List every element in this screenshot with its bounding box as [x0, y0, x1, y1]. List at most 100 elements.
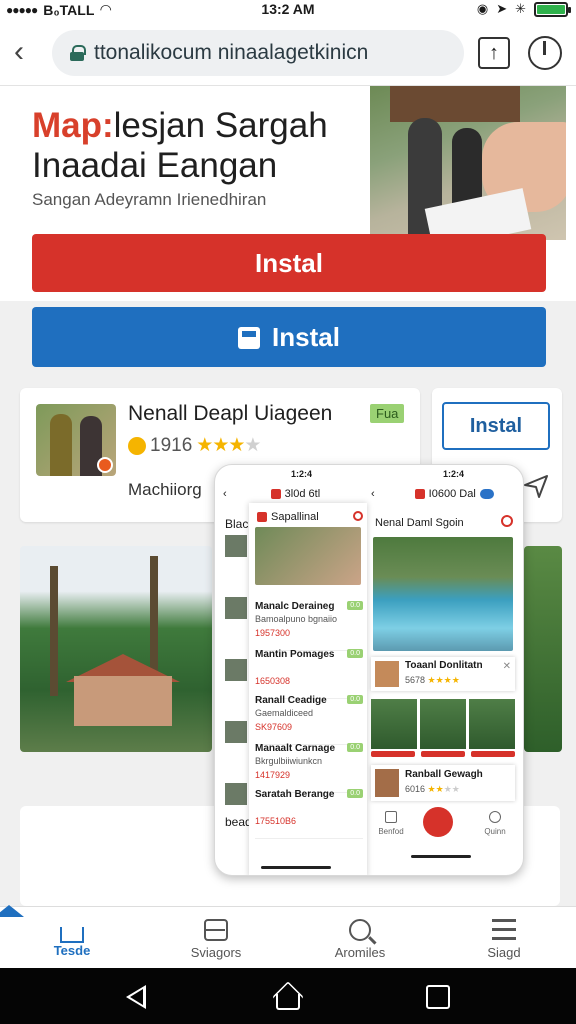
thumb-person	[50, 414, 72, 476]
list-item-number: 1957300	[255, 628, 291, 638]
phone-mockup[interactable]: 1:2:4 1:2:4 ‹ 3l0d 6tl ‹ I0600 Dal Blac …	[214, 464, 524, 876]
app-name: Nenall Deapl Uiageen	[128, 402, 333, 425]
mock-status-bar: 1:2:4 1:2:4	[215, 469, 523, 481]
mock-fab-icon	[423, 807, 453, 837]
coin-icon	[128, 436, 146, 455]
install-button-outline[interactable]: Instal	[442, 402, 550, 450]
mock-red-chip	[270, 489, 281, 499]
mock-tab-label: Benfod	[378, 827, 404, 836]
mock-bar-right: ‹ I0600 Dal	[371, 485, 517, 503]
list-item-tag: 0.0	[347, 695, 363, 704]
nav-item-menu[interactable]: Siagd	[432, 907, 576, 968]
list-item-name: Ranall Ceadige	[255, 695, 327, 706]
gallery-photo-jungle[interactable]	[20, 546, 212, 752]
battery-icon	[534, 1, 571, 17]
nav-item-home[interactable]: Tesde	[0, 907, 144, 968]
mock-detail-card: Toaanl Donlitatn 5678 ★★★★ ✕	[371, 657, 515, 691]
list-item-name: Manalc Deraineg	[255, 601, 335, 612]
list-item: Ranall Ceadige Gaemaldiceed SK97609 0.0	[255, 693, 363, 745]
mock-card-rating-value: 6016	[405, 784, 426, 794]
mock-time-left: 1:2:4	[291, 469, 313, 479]
mock-tab: Benfod	[371, 807, 411, 836]
rating-count: 1916	[150, 434, 193, 456]
list-item-number: 1650308	[255, 676, 291, 686]
back-arrow-icon[interactable]: ‹	[14, 34, 44, 70]
mock-list-photo	[255, 527, 361, 585]
mock-pin-icon	[353, 511, 363, 521]
system-navigation-bar	[0, 968, 576, 1024]
mock-detail-screen: Nenal Daml Sgoin Toaanl Donlitatn 5678 ★…	[371, 507, 517, 875]
list-item: Saratah Berange 175510B6 0.0	[255, 787, 363, 839]
mock-blue-chip	[479, 489, 494, 499]
mock-bg-label-top: Blac	[225, 517, 249, 531]
nav-label: Aromiles	[334, 945, 386, 960]
mock-tab: Quinn	[475, 807, 515, 836]
mock-avatar	[375, 769, 399, 797]
send-icon[interactable]	[522, 472, 550, 500]
mock-pool-photo	[373, 537, 513, 651]
status-right: ◉ ➤ ✳	[476, 1, 571, 17]
location-icon: ➤	[496, 1, 508, 16]
list-item-name: Manaalt Carnage	[255, 743, 336, 754]
list-item-name: Saratah Berange	[255, 789, 335, 800]
lock-icon	[70, 45, 86, 61]
list-item-subtitle: Bkrgulbiiwiunkcn	[255, 756, 323, 766]
bottom-navigation: Tesde Sviagors Aromiles Siagd	[0, 906, 576, 968]
list-item-tag: 0.0	[347, 743, 363, 752]
system-back-icon[interactable]	[126, 985, 146, 1009]
system-recents-icon[interactable]	[426, 985, 450, 1009]
alarm-icon: ◉	[476, 1, 489, 16]
mock-list-screen: Sapallinal Manalc Deraineg Bamoalpuno bgn…	[249, 503, 367, 875]
install-button-blue[interactable]: Instal	[32, 307, 546, 367]
mock-home-indicator	[261, 866, 331, 869]
save-disk-icon	[238, 327, 261, 349]
list-item-number: SK97609	[255, 722, 293, 732]
list-item-tag: 0.0	[347, 601, 363, 610]
mock-back-icon: ‹	[223, 488, 227, 500]
address-bar[interactable]: ttonalikocum ninaalagetkinicn	[52, 30, 464, 76]
hero-title: Map:lesjan Sargah Inaadai Eangan	[32, 106, 372, 186]
list-item: Mantin Pomages 1650308 0.0	[255, 647, 363, 699]
nav-label: Siagd	[487, 945, 521, 960]
palm-trunk	[50, 566, 58, 696]
house	[74, 676, 172, 726]
list-item: Manaalt Carnage Bkrgulbiiwiunkcn 1417929 0.…	[255, 741, 363, 793]
nav-item-box[interactable]: Sviagors	[144, 907, 288, 968]
list-item: Manalc Deraineg Bamoalpuno bgnaiio 1957300…	[255, 599, 363, 651]
hero-title-line1: lesjan Sargah	[113, 106, 328, 145]
mock-detail-card: Ranball Gewagh 6016 ★★★★	[371, 765, 515, 801]
hero-title-accent: Map:	[32, 106, 114, 145]
mock-time-right: 1:2:4	[443, 469, 465, 479]
gallery-photo-right[interactable]	[524, 546, 562, 752]
mock-detail-header: Nenal Daml Sgoin	[375, 517, 464, 529]
home-icon-wrap	[0, 917, 144, 943]
install-button-blue-label: Instal	[272, 322, 340, 352]
mock-tab	[423, 807, 463, 837]
hero-photo	[370, 86, 566, 240]
mock-bar-right-title: I0600 Dal	[428, 488, 476, 500]
app-thumbnail	[36, 404, 116, 476]
mock-card-name: Toaanl Donlitatn	[405, 660, 483, 671]
mock-red-chip	[414, 489, 425, 499]
mock-search-icon	[489, 811, 501, 823]
app-developer: Machiiorg	[128, 480, 202, 499]
nav-item-search[interactable]: Aromiles	[288, 907, 432, 968]
mock-avatar	[375, 661, 399, 687]
app-rating: 1916 ★★★★	[128, 434, 261, 457]
power-icon[interactable]	[528, 36, 562, 70]
mock-list-header-text: Sapallinal	[271, 511, 319, 523]
hero-subtitle: Sangan Adeyramn Irienedhiran	[32, 190, 267, 209]
url-text: ttonalikocum ninaalagetkinicn	[94, 41, 369, 64]
mock-close-icon: ✕	[502, 661, 511, 672]
mock-bar-left-title: 3l0d 6tl	[284, 488, 321, 500]
mock-card-rating: 6016 ★★★★	[405, 784, 460, 794]
nav-label: Tesde	[53, 943, 91, 958]
mock-back-icon: ‹	[371, 488, 375, 500]
mock-tab-label: Quinn	[484, 827, 506, 836]
share-icon[interactable]: ↑	[478, 37, 510, 69]
hero-title-line2: Inaadai Eangan	[32, 146, 278, 185]
list-item-subtitle: Bamoalpuno bgnaiio	[255, 614, 338, 624]
install-button-red[interactable]: Instal	[32, 234, 546, 292]
mock-tab-bar: Benfod Quinn	[371, 807, 515, 847]
home-icon	[60, 927, 84, 943]
